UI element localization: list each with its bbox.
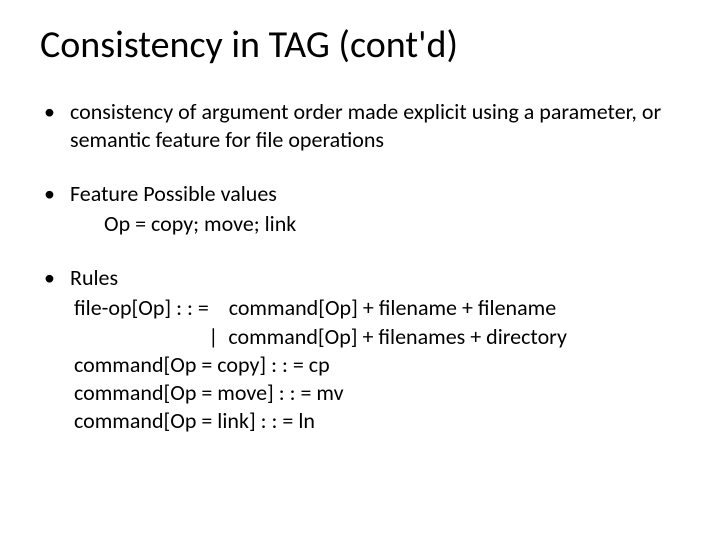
feature-label: Feature Possible values bbox=[70, 180, 277, 207]
rule-line-2: command[Op = copy] : : = cp bbox=[74, 351, 680, 379]
rules-label: Rules bbox=[70, 264, 118, 291]
bullet-feature: Feature Possible values Op = copy; move;… bbox=[40, 180, 680, 238]
intro-text: consistency of argument order made expli… bbox=[70, 98, 661, 153]
rule-line-1b: | command[Op] + filenames + directory bbox=[74, 323, 680, 351]
rule-line-4: command[Op = link] : : = ln bbox=[74, 407, 680, 435]
feature-line: Op = copy; move; link bbox=[104, 210, 680, 238]
rule-line-1: file-op[Op] : : = command[Op] + filename… bbox=[74, 294, 680, 322]
bullet-list: consistency of argument order made expli… bbox=[40, 98, 680, 436]
bullet-rules: Rules file-op[Op] : : = command[Op] + fi… bbox=[40, 264, 680, 435]
slide-title: Consistency in TAG (cont'd) bbox=[40, 24, 680, 68]
feature-sub: Op = copy; move; link bbox=[70, 210, 680, 238]
rule-line-3: command[Op = move] : : = mv bbox=[74, 379, 680, 407]
slide: Consistency in TAG (cont'd) consistency … bbox=[0, 0, 720, 540]
rules-sub: file-op[Op] : : = command[Op] + filename… bbox=[70, 294, 680, 435]
bullet-intro: consistency of argument order made expli… bbox=[40, 98, 680, 154]
